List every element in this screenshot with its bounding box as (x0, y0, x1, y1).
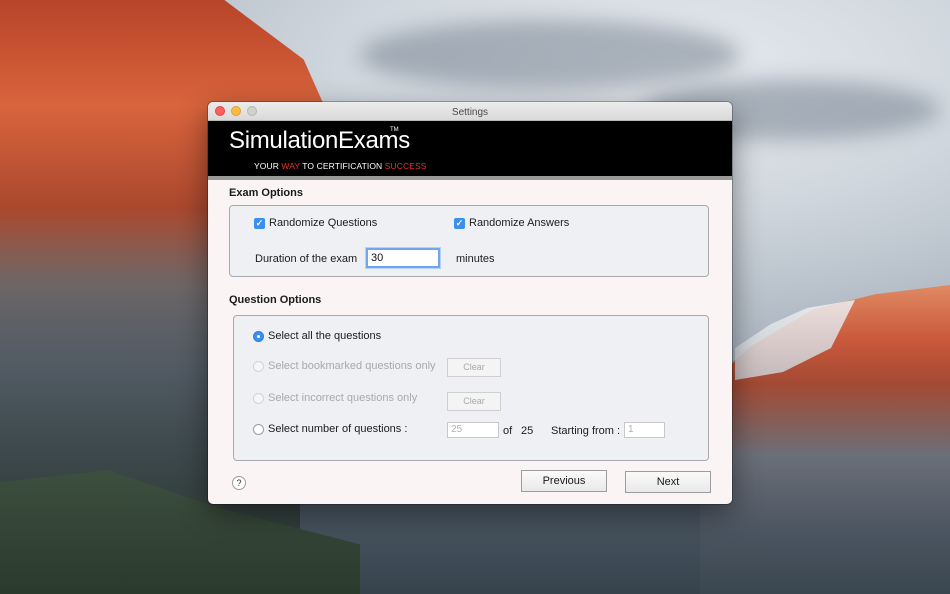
duration-input[interactable]: 30 (366, 248, 440, 268)
window-controls (215, 106, 257, 116)
settings-window: Settings SimulationExams TM YOUR WAY TO … (208, 102, 732, 504)
question-count-input[interactable]: 25 (447, 422, 499, 438)
randomize-questions-checkbox[interactable]: ✓ Randomize Questions (254, 217, 377, 229)
start-from-input[interactable]: 1 (624, 422, 665, 438)
close-button[interactable] (215, 106, 225, 116)
incorrect-radio[interactable]: Select incorrect questions only (253, 392, 417, 404)
exam-options-group (229, 205, 709, 277)
select-all-radio[interactable]: Select all the questions (253, 330, 381, 342)
checkmark-icon: ✓ (254, 217, 265, 229)
brand-tagline: YOUR WAY TO CERTIFICATION SUCCESS (254, 161, 427, 171)
clear-bookmarked-button[interactable]: Clear (447, 358, 501, 377)
zoom-button[interactable] (247, 106, 257, 116)
number-of-questions-radio[interactable]: Select number of questions : (253, 423, 407, 435)
window-title: Settings (451, 107, 489, 118)
of-label: of (503, 425, 513, 437)
bookmarked-radio[interactable]: Select bookmarked questions only (253, 360, 436, 372)
previous-button[interactable]: Previous (521, 470, 607, 492)
next-button[interactable]: Next (625, 471, 711, 493)
radio-icon (253, 360, 264, 372)
question-options-heading: Question Options (229, 294, 322, 306)
exam-options-heading: Exam Options (229, 187, 303, 199)
duration-unit-label: minutes (456, 253, 495, 265)
starting-from-label: Starting from : (551, 425, 621, 437)
minimize-button[interactable] (231, 106, 241, 116)
total-questions-value: 25 (521, 425, 534, 437)
radio-icon (253, 423, 264, 435)
randomize-answers-checkbox[interactable]: ✓ Randomize Answers (454, 217, 569, 229)
radio-icon (253, 392, 264, 404)
brand-banner: SimulationExams TM YOUR WAY TO CERTIFICA… (208, 121, 732, 176)
brand-logo-text: SimulationExams (229, 127, 410, 154)
duration-label: Duration of the exam (255, 253, 358, 265)
banner-divider (208, 176, 732, 180)
radio-selected-icon (253, 330, 264, 342)
checkmark-icon: ✓ (454, 217, 465, 229)
clear-incorrect-button[interactable]: Clear (447, 392, 501, 411)
trademark-mark: TM (390, 127, 399, 133)
help-button[interactable]: ? (232, 476, 246, 490)
title-bar[interactable]: Settings (208, 102, 732, 121)
